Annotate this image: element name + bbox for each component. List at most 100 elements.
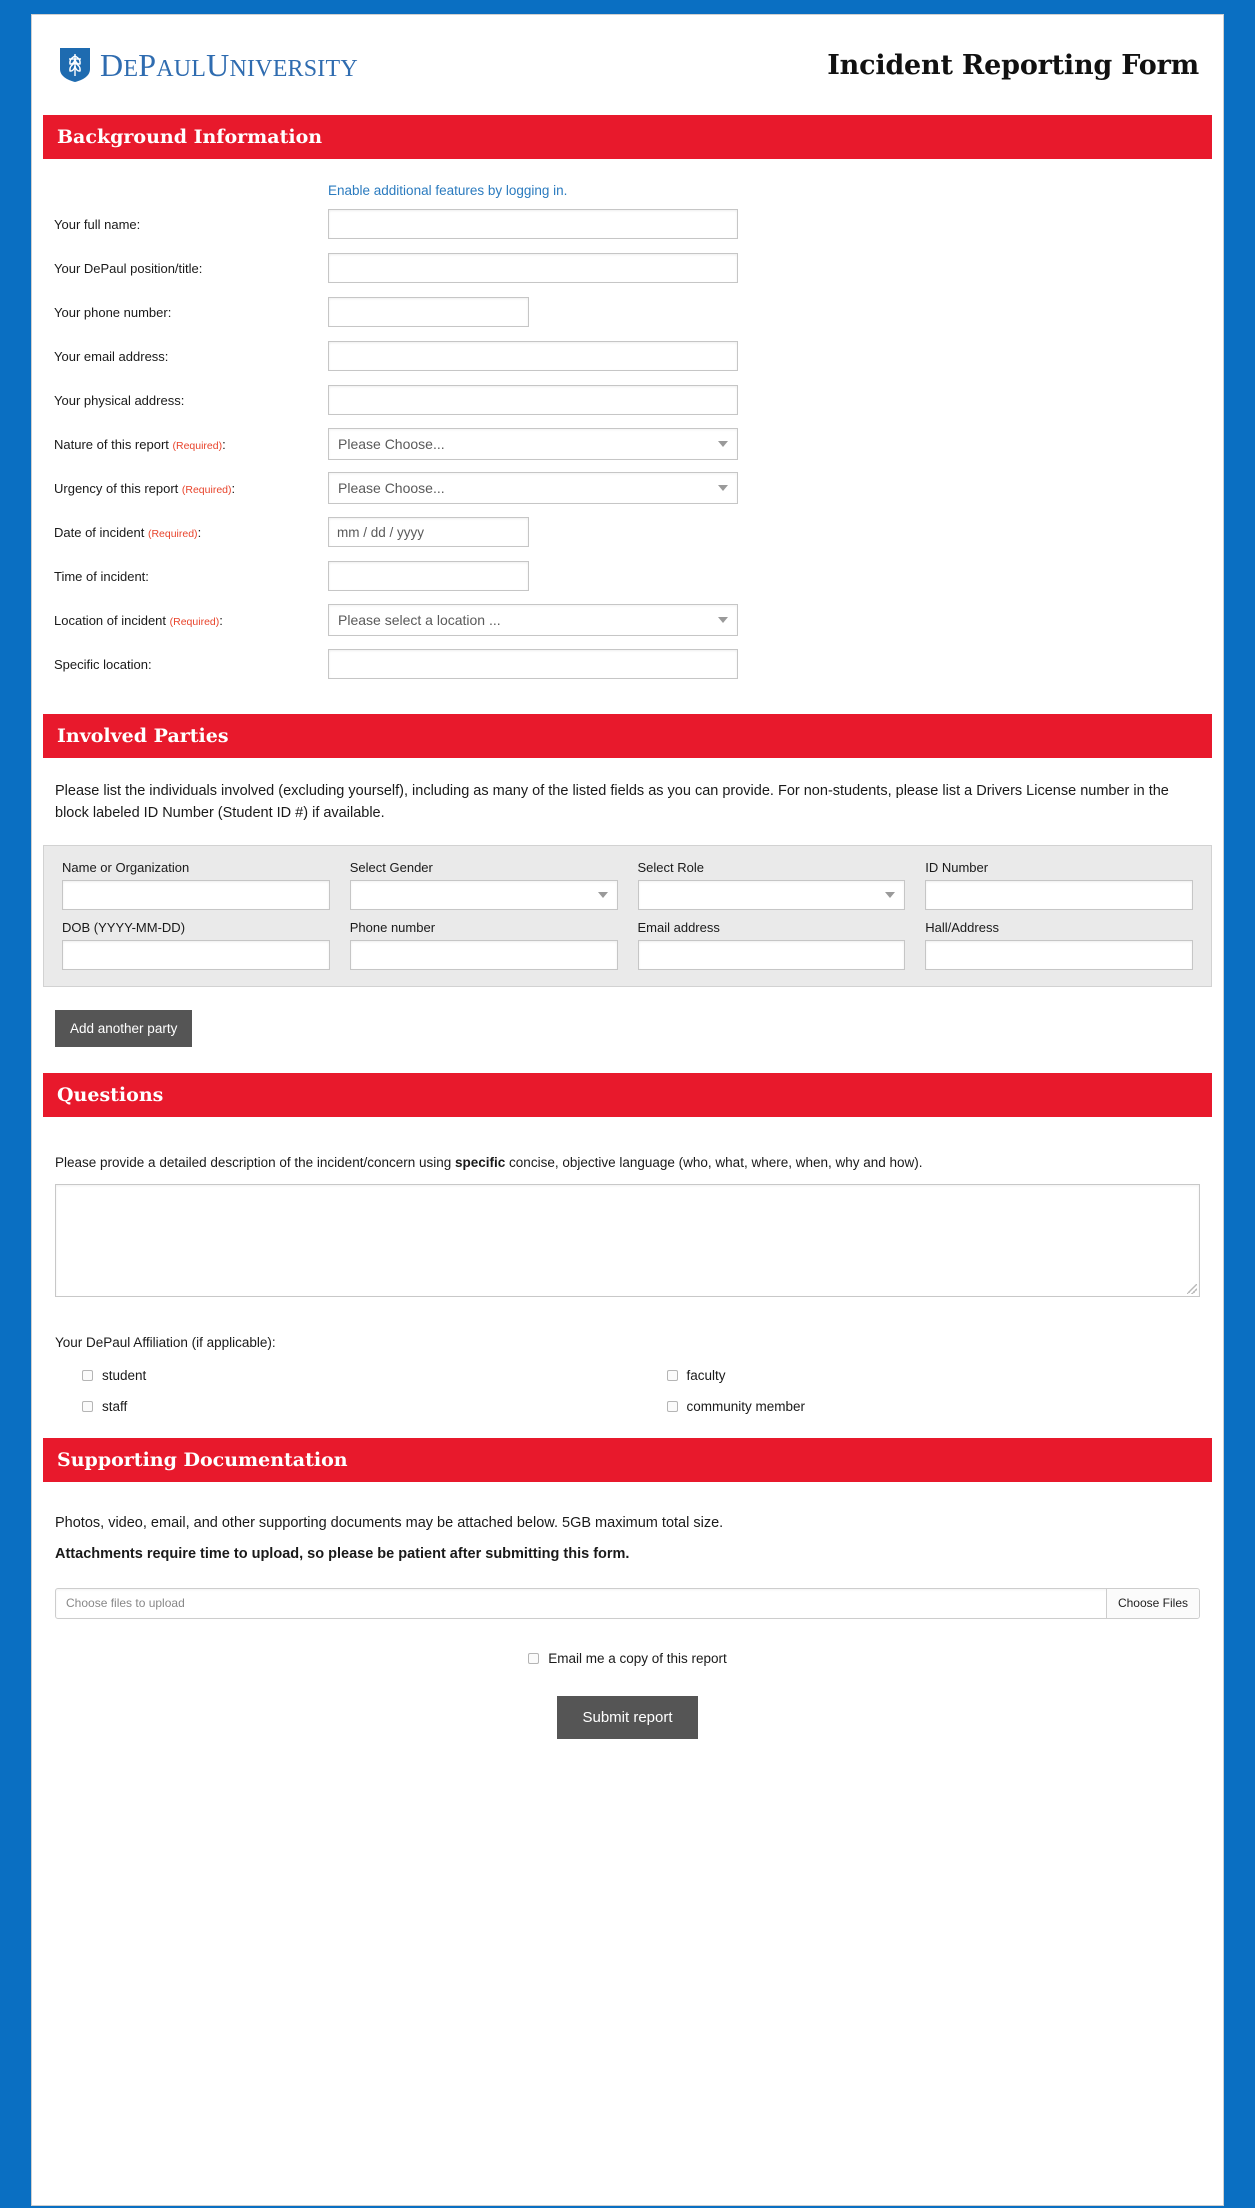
party-field-label: Phone number — [349, 919, 436, 935]
party-field: Select Gender — [349, 860, 618, 910]
field-label: Nature of this report (Required): — [54, 436, 226, 452]
party-input-6[interactable] — [637, 939, 906, 970]
page-header: DEPAULUNIVERSITY Incident Reporting Form — [32, 15, 1223, 115]
party-field: Hall/Address — [925, 920, 1193, 970]
chevron-down-icon — [597, 891, 608, 898]
field-control — [328, 341, 1212, 371]
field-control — [328, 253, 1212, 283]
party-field-label: Name or Organization — [62, 859, 190, 875]
file-upload-control[interactable]: Choose files to upload Choose Files — [55, 1587, 1200, 1619]
field-control — [328, 297, 1212, 327]
checkbox-community-member[interactable] — [666, 1400, 678, 1412]
description-prompt: Please provide a detailed description of… — [55, 1154, 923, 1170]
attachment-warning-line: Attachments require time to upload, so p… — [55, 1546, 630, 1563]
party-input-5[interactable] — [349, 939, 618, 970]
checkbox-item[interactable]: staff — [43, 1399, 628, 1414]
date-input[interactable]: mm / dd / yyyy — [328, 517, 529, 547]
chevron-down-icon — [718, 617, 728, 623]
text-input-0[interactable] — [328, 209, 738, 239]
form-row: Location of incident (Required): Please s… — [43, 598, 1212, 642]
depaul-shield-icon — [60, 48, 90, 82]
involved-parties-instructions: Please list the individuals involved (ex… — [55, 783, 1169, 822]
form-row: Date of incident (Required): mm / dd / yy… — [43, 510, 1212, 554]
checkbox-label: community member — [686, 1398, 806, 1414]
text-input-2[interactable] — [328, 297, 529, 327]
party-input-0[interactable] — [62, 879, 330, 910]
section-header-background: Background Information — [43, 115, 1212, 159]
checkbox-label: faculty — [686, 1367, 726, 1383]
attachment-info-line: Photos, video, email, and other supporti… — [55, 1514, 724, 1531]
checkbox-faculty[interactable] — [666, 1369, 678, 1381]
background-fields-list: Your full name: Your DePaul position/titl… — [43, 202, 1212, 686]
required-marker: (Required) — [181, 483, 232, 496]
party-select-2[interactable] — [637, 879, 906, 910]
form-row: Nature of this report (Required): Please … — [43, 422, 1212, 466]
field-control — [328, 649, 1212, 679]
submit-report-button[interactable]: Submit report — [557, 1695, 698, 1739]
affiliation-checkbox-group: student faculty staff community member — [43, 1368, 1212, 1414]
form-row: Your full name: — [43, 202, 1212, 246]
chevron-down-icon — [718, 441, 728, 447]
select-5[interactable]: Please Choose... — [328, 428, 738, 460]
party-field: ID Number — [925, 860, 1193, 910]
email-copy-checkbox[interactable] — [528, 1652, 540, 1664]
party-input-4[interactable] — [62, 939, 330, 970]
party-field-label: DOB (YYYY-MM-DD) — [62, 919, 186, 935]
field-control: Please Choose... — [328, 428, 1212, 460]
party-field: Email address — [637, 919, 906, 970]
checkbox-item[interactable]: faculty — [628, 1368, 1213, 1383]
checkbox-student[interactable] — [82, 1369, 93, 1381]
checkbox-staff[interactable] — [82, 1400, 93, 1412]
affiliation-label: Your DePaul Affiliation (if applicable): — [55, 1334, 276, 1350]
email-copy-label: Email me a copy of this report — [548, 1650, 727, 1666]
checkbox-item[interactable]: student — [43, 1368, 628, 1383]
form-row: Your phone number: — [43, 290, 1212, 334]
field-label: Your DePaul position/title: — [54, 260, 203, 276]
field-label: Date of incident (Required): — [54, 524, 202, 540]
form-row: Urgency of this report (Required): Please… — [43, 466, 1212, 510]
description-prompt-emphasis: specific — [455, 1154, 506, 1170]
checkbox-item[interactable]: community member — [628, 1399, 1213, 1414]
section-header-involved-parties: Involved Parties — [43, 714, 1212, 758]
party-input-3[interactable] — [925, 879, 1193, 910]
select-9[interactable]: Please select a location ... — [328, 604, 738, 636]
party-field-label: Select Role — [637, 859, 704, 875]
text-input-8[interactable] — [328, 561, 529, 591]
email-copy-row: Email me a copy of this report — [43, 1651, 1212, 1666]
login-link[interactable]: Enable additional features by logging in… — [43, 183, 1212, 198]
section-header-supporting-documentation: Supporting Documentation — [43, 1437, 1212, 1482]
checkbox-label: student — [102, 1367, 147, 1383]
field-label: Specific location: — [54, 656, 152, 672]
incident-description-textarea[interactable] — [55, 1183, 1200, 1297]
select-value: Please Choose... — [338, 480, 445, 496]
text-input-4[interactable] — [328, 385, 738, 415]
field-control — [328, 561, 1212, 591]
chevron-down-icon — [718, 485, 728, 491]
depaul-brand-logo[interactable]: DEPAULUNIVERSITY — [59, 47, 358, 83]
party-select-1[interactable] — [349, 879, 618, 910]
party-field: Select Role — [637, 859, 906, 910]
field-label: Urgency of this report (Required): — [54, 480, 236, 496]
form-row: Your physical address: — [43, 378, 1212, 422]
add-another-party-button[interactable]: Add another party — [55, 1009, 193, 1047]
field-label: Time of incident: — [54, 568, 149, 584]
party-field-label: ID Number — [925, 859, 989, 875]
choose-files-button[interactable]: Choose Files — [1105, 1588, 1199, 1618]
select-6[interactable]: Please Choose... — [328, 472, 738, 504]
required-marker: (Required) — [147, 527, 198, 540]
text-input-1[interactable] — [328, 253, 738, 283]
form-row: Your DePaul position/title: — [43, 246, 1212, 290]
party-input-7[interactable] — [925, 939, 1193, 970]
select-value: Please Choose... — [338, 436, 445, 452]
text-input-3[interactable] — [328, 341, 738, 371]
party-entry-box: Name or Organization Select Gender Select … — [43, 844, 1212, 987]
chevron-down-icon — [885, 891, 896, 898]
required-marker: (Required) — [172, 439, 223, 452]
submit-row: Submit report — [43, 1695, 1212, 1739]
section-header-questions: Questions — [43, 1072, 1212, 1117]
party-field-label: Email address — [637, 919, 720, 935]
page-title: Incident Reporting Form — [827, 49, 1199, 81]
field-control: Please Choose... — [328, 472, 1212, 504]
text-input-10[interactable] — [328, 649, 738, 679]
form-page: DEPAULUNIVERSITY Incident Reporting Form… — [31, 14, 1224, 2206]
